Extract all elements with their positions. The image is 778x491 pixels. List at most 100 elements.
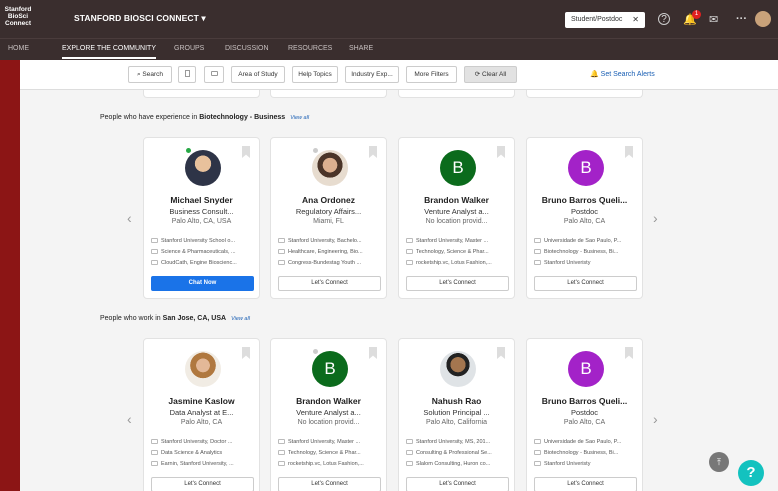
area-of-study-filter[interactable]: Area of Study (231, 66, 285, 83)
industry-text: Science & Pharmaceuticals, ... (161, 249, 236, 255)
card-stub (143, 90, 260, 98)
profile-photo (185, 351, 221, 387)
industry-text: Technology, Science & Phar... (288, 450, 361, 456)
chevron-right-icon[interactable]: › (653, 210, 658, 226)
industry-filter[interactable]: Industry Exp... (345, 66, 399, 83)
bookmark-icon[interactable] (242, 146, 250, 158)
profile-card[interactable]: Jasmine Kaslow Data Analyst at E... Palo… (143, 338, 260, 491)
clear-all-button[interactable]: ⟳ Clear All (464, 66, 517, 83)
bookmark-icon[interactable] (497, 347, 505, 359)
nav-home[interactable]: HOME (8, 45, 29, 52)
bookmark-filter-button[interactable] (178, 66, 196, 83)
section-prefix: People who work in (100, 315, 163, 322)
bookmark-icon[interactable] (369, 146, 377, 158)
chat-filter-button[interactable] (204, 66, 224, 83)
education-info: Universidade de Sao Paulo, P... (534, 238, 638, 244)
employer-info: CloudCath, Engine Bioscienc... (151, 260, 255, 266)
education-info: Universidade de Sao Paulo, P... (534, 439, 638, 445)
education-info: Stanford University, Master ... (278, 439, 382, 445)
bookmark-icon[interactable] (625, 146, 633, 158)
online-status-dot (186, 148, 191, 153)
initial-avatar: B (440, 150, 476, 186)
search-label: Search (142, 71, 164, 78)
nav-discussion[interactable]: DISCUSSION (225, 45, 269, 52)
mail-icon[interactable]: ✉ (709, 13, 718, 26)
briefcase-icon (534, 260, 541, 265)
lets-connect-button[interactable]: Let's Connect (151, 477, 254, 491)
employer-text: rocketship.vc, Lotus Fashion,... (416, 260, 492, 266)
more-menu-icon[interactable]: ··· (736, 13, 747, 25)
profile-role: Postdoc (570, 408, 599, 417)
help-topics-filter[interactable]: Help Topics (292, 66, 338, 83)
lets-connect-button[interactable]: Let's Connect (278, 477, 381, 491)
search-button[interactable]: ⌕ Search (128, 66, 172, 83)
nav-explore-community[interactable]: EXPLORE THE COMMUNITY (62, 45, 156, 59)
graduation-cap-icon (278, 439, 285, 444)
briefcase-icon (151, 461, 158, 466)
more-filters-button[interactable]: More Filters (406, 66, 457, 83)
lets-connect-button[interactable]: Let's Connect (534, 477, 637, 491)
nav-groups[interactable]: GROUPS (174, 45, 204, 52)
view-all-link[interactable]: View all (231, 316, 250, 322)
employer-text: Congress-Bundestag Youth ... (288, 260, 362, 266)
lets-connect-button[interactable]: Let's Connect (406, 477, 509, 491)
industry-info: Consulting & Professional Se... (406, 450, 510, 456)
nav-share[interactable]: SHARE (349, 45, 373, 52)
profile-role: Regulatory Affairs... (295, 207, 362, 216)
bookmark-icon[interactable] (625, 347, 633, 359)
graduation-cap-icon (534, 439, 541, 444)
tag-icon (406, 249, 413, 254)
stanford-logo[interactable]: Stanford BioSci Connect (4, 6, 32, 27)
briefcase-icon (278, 260, 285, 265)
user-avatar[interactable] (755, 11, 771, 27)
nav-resources[interactable]: RESOURCES (288, 45, 332, 52)
profile-card[interactable]: Ana Ordonez Regulatory Affairs... Miami,… (270, 137, 387, 299)
top-bar: Stanford BioSci Connect STANFORD BIOSCI … (0, 0, 778, 38)
employer-text: Stanford Univeristy (544, 461, 591, 467)
role-selector[interactable]: Student/Postdoc ✕ (565, 12, 645, 28)
main-content: ⌕ Search Area of Study Help Topics Indus… (20, 60, 778, 491)
brand-dropdown[interactable]: STANFORD BIOSCI CONNECT ▾ (74, 13, 206, 24)
profile-card[interactable]: Michael Snyder Business Consult... Palo … (143, 137, 260, 299)
close-icon[interactable]: ✕ (632, 15, 639, 24)
set-search-alerts-link[interactable]: 🔔 Set Search Alerts (590, 70, 655, 78)
employer-info: Congress-Bundestag Youth ... (278, 260, 382, 266)
profile-role: Solution Principal ... (423, 408, 490, 417)
question-circle-icon[interactable]: ? (658, 13, 670, 25)
industry-info: Science & Pharmaceuticals, ... (151, 249, 255, 255)
view-all-link[interactable]: View all (290, 115, 309, 121)
lets-connect-button[interactable]: Let's Connect (278, 276, 381, 291)
bookmark-icon[interactable] (369, 347, 377, 359)
profile-role: Business Consult... (169, 207, 234, 216)
profile-location: Palo Alto, CA (180, 419, 223, 426)
notification-badge: 1 (692, 10, 701, 19)
bookmark-icon[interactable] (497, 146, 505, 158)
profile-card[interactable]: B Brandon Walker Venture Analyst a... No… (398, 137, 515, 299)
employer-info: Stanford Univeristy (534, 461, 638, 467)
lets-connect-button[interactable]: Let's Connect (406, 276, 509, 291)
section-highlight: Biotechnology - Business (199, 114, 286, 121)
question-icon[interactable]: ? (738, 460, 764, 486)
chat-now-button[interactable]: Chat Now (151, 276, 254, 291)
initial-avatar: B (568, 150, 604, 186)
profile-location: Palo Alto, CA (563, 218, 606, 225)
profile-card[interactable]: B Bruno Barros Queli... Postdoc Palo Alt… (526, 338, 643, 491)
chevron-right-icon[interactable]: › (653, 411, 658, 427)
tag-icon (151, 249, 158, 254)
profile-card[interactable]: B Bruno Barros Queli... Postdoc Palo Alt… (526, 137, 643, 299)
profile-card[interactable]: Nahush Rao Solution Principal ... Palo A… (398, 338, 515, 491)
lets-connect-button[interactable]: Let's Connect (534, 276, 637, 291)
profile-card[interactable]: B Brandon Walker Venture Analyst a... No… (270, 338, 387, 491)
profile-name: Jasmine Kaslow (168, 396, 235, 406)
chevron-left-icon[interactable]: ‹ (127, 411, 132, 427)
industry-text: Biotechnology - Business, Bi... (544, 450, 619, 456)
bookmark-icon[interactable] (242, 347, 250, 359)
profile-role: Postdoc (570, 207, 599, 216)
industry-text: Data Science & Analytics (161, 450, 223, 456)
profile-photo (440, 351, 476, 387)
industry-text: Biotechnology - Business, Bi... (544, 249, 619, 255)
arrow-up-icon[interactable]: ⤒ (709, 452, 729, 472)
education-info: Stanford University, Doctor ... (151, 439, 255, 445)
chevron-left-icon[interactable]: ‹ (127, 210, 132, 226)
profile-name: Bruno Barros Queli... (541, 195, 628, 205)
